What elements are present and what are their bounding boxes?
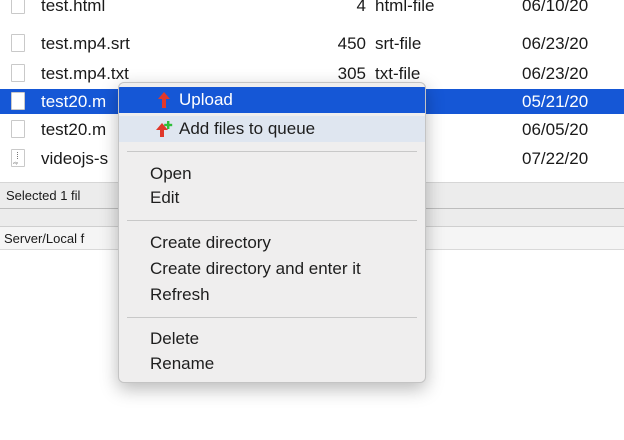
file-date: 06/10/20 xyxy=(522,0,589,15)
file-icon xyxy=(11,120,25,138)
file-date: 07/22/20 xyxy=(522,149,589,168)
menu-item-edit[interactable]: Edit xyxy=(119,185,425,211)
file-name: test20.m xyxy=(41,120,107,139)
menu-item-label: Edit xyxy=(150,188,180,207)
file-name: test.mp4.txt xyxy=(41,64,129,83)
menu-item-create-directory-enter[interactable]: Create directory and enter it xyxy=(119,256,425,282)
file-date: 06/23/20 xyxy=(522,64,589,83)
file-icon xyxy=(11,92,25,110)
file-type: html-file xyxy=(375,0,435,15)
menu-item-refresh[interactable]: Refresh xyxy=(119,282,425,308)
file-row[interactable]: test.html 4 html-file 06/10/20 xyxy=(0,0,624,18)
add-to-queue-icon xyxy=(156,121,173,137)
menu-item-label: Open xyxy=(150,164,192,183)
menu-item-add-to-queue[interactable]: Add files to queue xyxy=(119,116,425,142)
file-date: 06/23/20 xyxy=(522,34,589,53)
file-date: 06/05/20 xyxy=(522,120,589,139)
filezilla-window: test.html 4 html-file 06/10/20 test.mp4.… xyxy=(0,0,624,440)
file-size: 4 xyxy=(356,0,366,15)
menu-separator xyxy=(127,317,417,318)
archive-file-icon: zip xyxy=(11,149,25,167)
status-text: Selected 1 fil xyxy=(6,188,81,203)
menu-item-create-directory[interactable]: Create directory xyxy=(119,230,425,256)
menu-item-label: Refresh xyxy=(150,285,210,304)
menu-separator xyxy=(127,220,417,221)
menu-item-label: Add files to queue xyxy=(179,119,316,138)
file-row[interactable]: test.mp4.srt 450 srt-file 06/23/20 xyxy=(0,31,624,56)
upload-arrow-icon xyxy=(158,92,170,108)
file-size: 450 xyxy=(337,34,366,53)
menu-item-label: Create directory xyxy=(150,233,271,252)
file-icon xyxy=(11,64,25,82)
file-name: test.mp4.srt xyxy=(41,34,130,53)
file-date: 05/21/20 xyxy=(522,92,589,111)
menu-item-label: Create directory and enter it xyxy=(150,259,361,278)
file-icon xyxy=(11,34,25,52)
menu-item-rename[interactable]: Rename xyxy=(119,351,425,377)
menu-separator xyxy=(127,151,417,152)
menu-item-upload[interactable]: Upload xyxy=(119,87,425,113)
context-menu: Upload Add files to queue Open Edit Crea… xyxy=(118,82,426,383)
menu-item-label: Upload xyxy=(179,90,233,109)
file-name: test.html xyxy=(41,0,106,15)
file-name: videojs-s xyxy=(41,149,109,168)
queue-column-label[interactable]: Server/Local f xyxy=(4,231,84,246)
menu-item-label: Delete xyxy=(150,329,200,348)
menu-item-open[interactable]: Open xyxy=(119,161,425,187)
file-icon xyxy=(11,0,25,14)
file-type: srt-file xyxy=(375,34,422,53)
menu-item-label: Rename xyxy=(150,354,215,373)
menu-item-delete[interactable]: Delete xyxy=(119,326,425,352)
file-name: test20.m xyxy=(41,92,107,111)
